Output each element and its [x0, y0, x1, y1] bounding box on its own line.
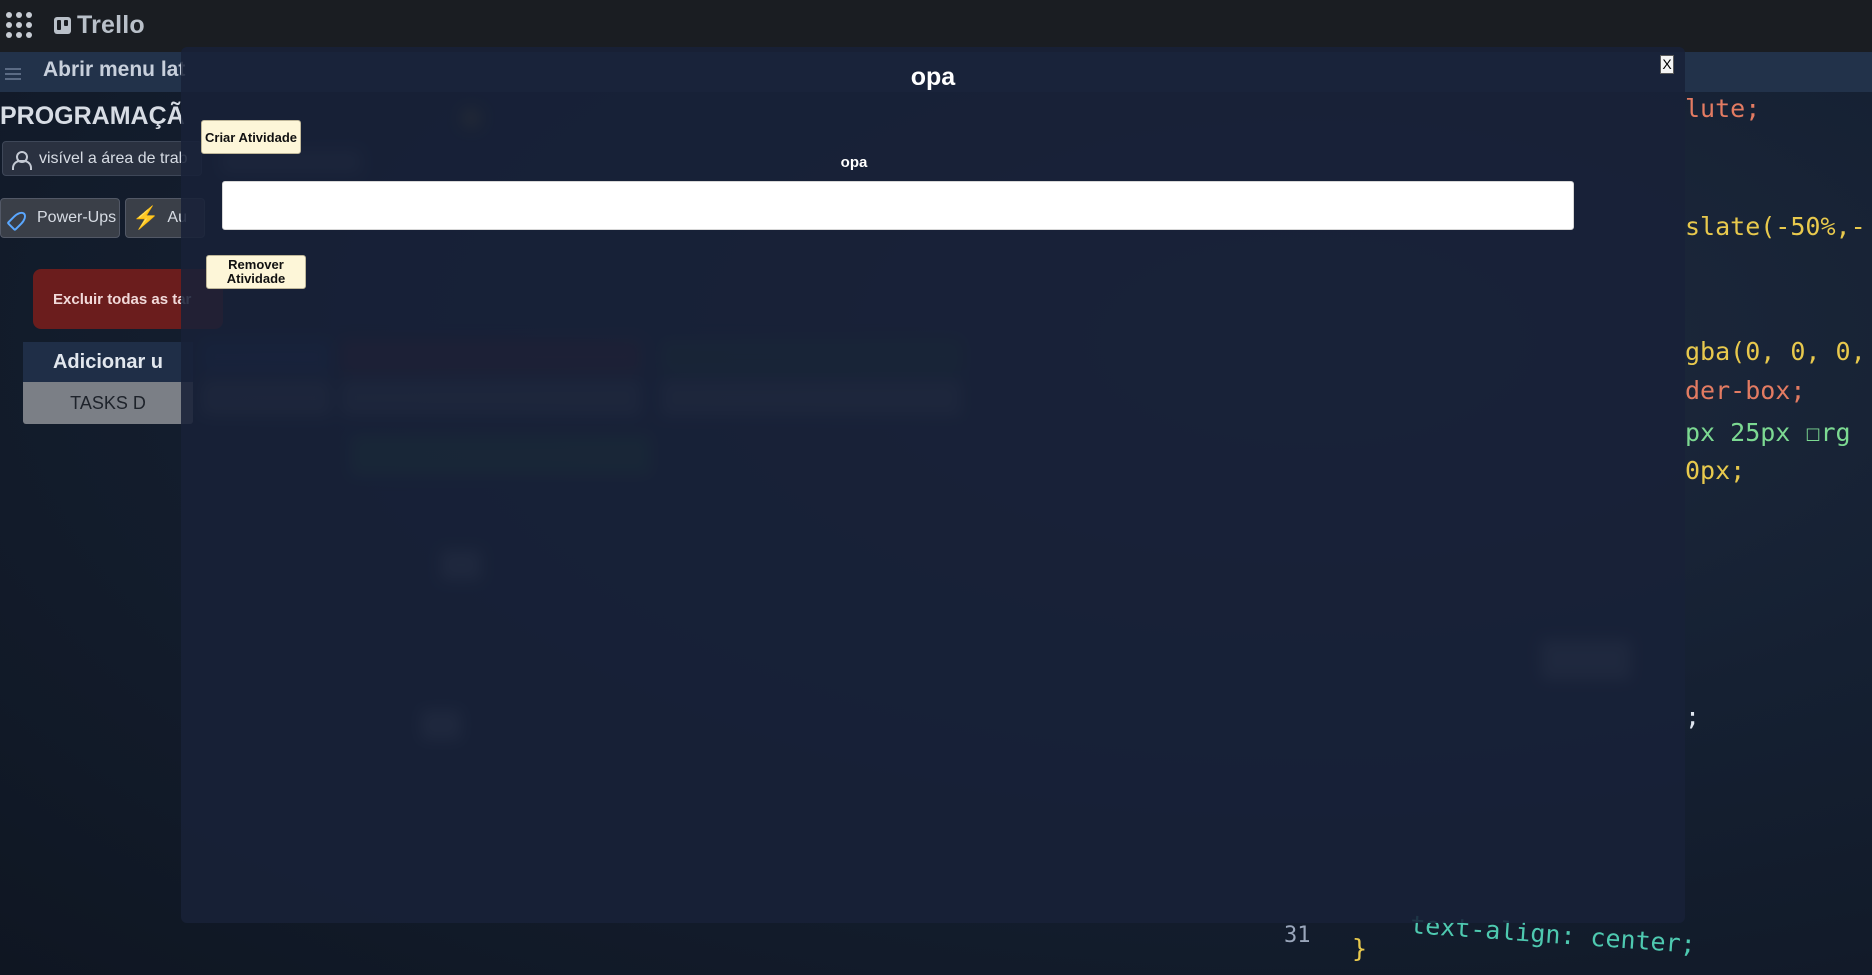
hamburger-menu-icon[interactable] — [5, 68, 21, 80]
code-line: slate(-50%,- — [1685, 212, 1866, 241]
remove-button-label-line1: Remover — [228, 257, 284, 272]
activity-label: opa — [840, 154, 868, 171]
activity-input[interactable] — [222, 181, 1574, 230]
apps-grid-icon[interactable] — [6, 12, 34, 40]
powerups-button[interactable]: Power-Ups — [0, 198, 120, 238]
modal-title: opa — [910, 63, 956, 91]
trello-logo[interactable]: Trello — [54, 10, 145, 40]
code-line: der-box; — [1685, 376, 1806, 405]
create-activity-button[interactable]: Criar Atividade — [201, 120, 301, 154]
app-name: Trello — [77, 10, 145, 39]
powerups-label: Power-Ups — [37, 209, 117, 226]
code-line: ; — [1685, 702, 1701, 731]
remove-button-label-line2: Atividade — [226, 271, 286, 286]
people-icon — [9, 150, 33, 170]
close-modal-button[interactable]: X — [1660, 55, 1674, 74]
code-line: gba(0, 0, 0, — [1685, 337, 1866, 366]
lightning-bolt-icon: ⚡ — [132, 205, 160, 230]
code-line: lute; — [1685, 94, 1761, 123]
remove-activity-button[interactable]: Remover Atividade — [206, 255, 306, 289]
add-column-header[interactable]: Adicionar u — [23, 342, 193, 382]
code-line-number: 31 — [1284, 923, 1311, 948]
visibility-button[interactable]: visível a área de trab — [2, 141, 202, 176]
visibility-label: visível a área de trab — [39, 149, 188, 167]
open-side-menu-label[interactable]: Abrir menu lat — [43, 58, 185, 82]
code-line: px 25px ☐rg — [1685, 418, 1851, 447]
board-title: PROGRAMAÇÃ — [0, 102, 185, 130]
top-navigation-bar: Trello — [0, 0, 1872, 52]
activity-modal: opa X Criar Atividade opa Remover Ativid… — [181, 47, 1685, 923]
trello-board-icon — [54, 16, 71, 34]
code-line: } — [1352, 934, 1368, 963]
code-line: 0px; — [1685, 456, 1746, 485]
rocket-icon — [3, 204, 31, 232]
tasks-list-box[interactable]: TASKS D — [23, 382, 193, 424]
